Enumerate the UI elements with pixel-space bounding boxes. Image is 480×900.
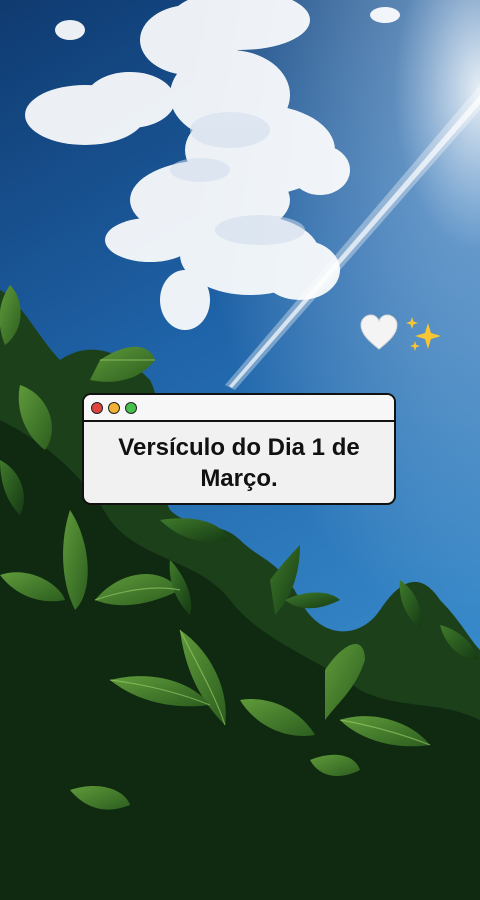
close-dot-icon [91,401,103,414]
minimize-dot-icon [108,401,120,414]
window-body: Versículo do Dia 1 de Março. [84,422,394,503]
sparkles-icon [406,317,441,351]
photo-background: Versículo do Dia 1 de Março. [0,0,480,900]
white-heart-icon [360,314,398,350]
maximize-dot-icon [125,401,137,414]
verse-window-card: Versículo do Dia 1 de Março. [82,393,396,505]
window-title-bar [84,395,394,422]
verse-title: Versículo do Dia 1 de Março. [118,433,360,492]
